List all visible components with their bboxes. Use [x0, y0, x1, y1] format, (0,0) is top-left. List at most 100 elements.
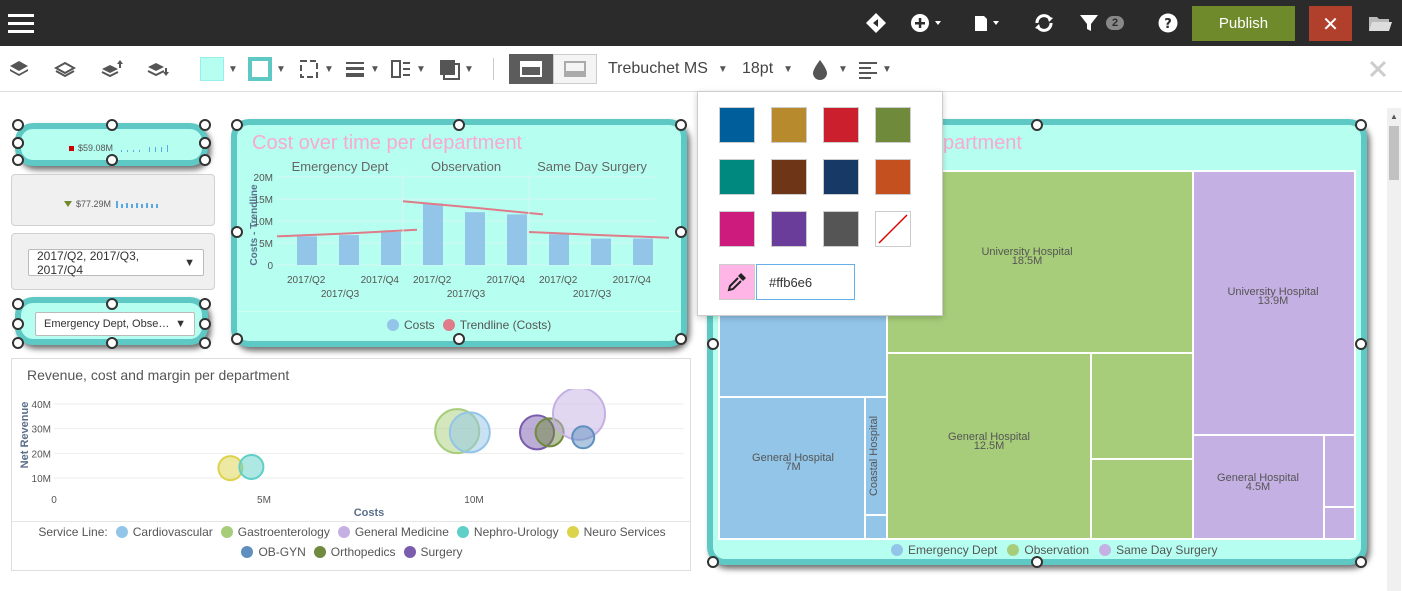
resize-handle[interactable]: [1031, 556, 1043, 568]
bubble[interactable]: [238, 453, 265, 480]
resize-handle[interactable]: [453, 333, 465, 345]
resize-handle[interactable]: [199, 154, 211, 166]
cost-chart-widget[interactable]: Cost over time per department 20M 15M 10M 5…: [231, 119, 687, 347]
cost-bar[interactable]: [423, 203, 443, 265]
publish-button[interactable]: Publish: [1192, 6, 1295, 41]
resize-handle[interactable]: [707, 337, 719, 350]
resize-handle[interactable]: [12, 317, 24, 330]
legend-item[interactable]: Nephro-Urology: [456, 525, 559, 539]
folder-icon[interactable]: [1366, 10, 1394, 36]
resize-handle[interactable]: [12, 119, 24, 131]
resize-handle[interactable]: [12, 337, 24, 349]
close-button[interactable]: ✕: [1309, 6, 1352, 41]
resize-handle[interactable]: [199, 298, 211, 310]
resize-handle[interactable]: [707, 556, 719, 568]
cost-bar[interactable]: [507, 214, 527, 265]
resize-handle[interactable]: [453, 119, 465, 131]
cost-bar[interactable]: [591, 238, 611, 265]
border-width-dropdown[interactable]: ▼: [344, 56, 380, 82]
resize-handle[interactable]: [199, 137, 211, 149]
title-off-toggle[interactable]: [553, 54, 597, 84]
padding-dropdown[interactable]: ▼: [390, 56, 426, 82]
text-align-dropdown[interactable]: ▼: [858, 56, 892, 82]
refresh-icon[interactable]: [1030, 10, 1058, 36]
bring-forward-icon[interactable]: [54, 56, 76, 82]
resize-handle[interactable]: [105, 337, 118, 349]
legend-item[interactable]: Gastroenterology: [220, 525, 330, 539]
legend-item[interactable]: Orthopedics: [313, 545, 396, 559]
resize-handle[interactable]: [1355, 337, 1367, 350]
legend-item[interactable]: Cardiovascular: [115, 525, 213, 539]
quarter-filter-dropdown[interactable]: 2017/Q2, 2017/Q3, 2017/Q4 ▼: [28, 249, 204, 277]
resize-handle[interactable]: [199, 317, 211, 330]
resize-handle[interactable]: [1031, 119, 1043, 131]
title-on-toggle[interactable]: [509, 54, 553, 84]
resize-handle[interactable]: [12, 298, 24, 310]
diamond-arrow-icon[interactable]: [862, 10, 890, 36]
send-to-back-icon[interactable]: [146, 56, 170, 82]
bring-to-front-icon[interactable]: [100, 56, 124, 82]
color-swatch[interactable]: [823, 159, 859, 195]
color-swatch[interactable]: [875, 159, 911, 195]
font-family-dropdown[interactable]: Trebuchet MS ▼: [608, 56, 728, 82]
legend-item[interactable]: Neuro Services: [566, 525, 666, 539]
no-color-swatch[interactable]: [875, 211, 911, 247]
shadow-dropdown[interactable]: ▼: [438, 56, 474, 82]
resize-handle[interactable]: [675, 226, 687, 238]
page-menu-icon[interactable]: [968, 10, 1004, 36]
eyedropper-button[interactable]: [719, 264, 755, 300]
resize-handle[interactable]: [231, 119, 243, 131]
cost-bar[interactable]: [297, 236, 317, 265]
resize-handle[interactable]: [199, 119, 211, 131]
color-swatch[interactable]: [771, 107, 807, 143]
legend-item[interactable]: Surgery: [403, 545, 463, 559]
scrollbar-thumb[interactable]: [1389, 126, 1399, 180]
bubble[interactable]: [448, 411, 491, 454]
text-color-dropdown[interactable]: ▼: [810, 56, 848, 82]
border-color-dropdown[interactable]: ▼: [248, 56, 286, 82]
color-swatch[interactable]: [719, 159, 755, 195]
scroll-up-icon[interactable]: ▲: [1390, 112, 1398, 121]
resize-handle[interactable]: [199, 337, 211, 349]
color-swatch[interactable]: [771, 159, 807, 195]
help-icon[interactable]: ?: [1154, 10, 1182, 36]
resize-handle[interactable]: [1355, 119, 1367, 131]
fill-color-dropdown[interactable]: ▼: [200, 56, 238, 82]
vertical-scrollbar[interactable]: ▲: [1387, 108, 1401, 591]
close-toolbar-icon[interactable]: [1368, 56, 1388, 82]
legend-item[interactable]: General Medicine: [337, 525, 449, 539]
font-size-dropdown[interactable]: 18pt ▼: [742, 56, 793, 82]
resize-handle[interactable]: [231, 226, 243, 238]
resize-handle[interactable]: [675, 333, 687, 345]
filter-icon[interactable]: 2: [1078, 10, 1134, 36]
cost-bar[interactable]: [633, 238, 653, 265]
resize-handle[interactable]: [12, 137, 24, 149]
cost-bar[interactable]: [381, 232, 401, 265]
bubble[interactable]: [571, 425, 596, 450]
kpi-widget-cost[interactable]: $77.29M: [11, 174, 215, 226]
color-swatch[interactable]: [823, 211, 859, 247]
layers-icon[interactable]: [8, 56, 30, 82]
cost-bar[interactable]: [549, 234, 569, 265]
resize-handle[interactable]: [1355, 556, 1367, 568]
hamburger-menu-icon[interactable]: [6, 8, 36, 38]
color-swatch[interactable]: [823, 107, 859, 143]
resize-handle[interactable]: [105, 298, 118, 310]
resize-handle[interactable]: [231, 333, 243, 345]
color-swatch[interactable]: [875, 107, 911, 143]
bubble-chart-widget[interactable]: Revenue, cost and margin per department …: [11, 358, 691, 571]
resize-handle[interactable]: [675, 119, 687, 131]
color-swatch[interactable]: [719, 107, 755, 143]
hex-color-input[interactable]: [756, 264, 855, 300]
color-swatch[interactable]: [719, 211, 755, 247]
cost-bar[interactable]: [465, 212, 485, 265]
resize-handle[interactable]: [105, 119, 118, 131]
add-menu-icon[interactable]: [908, 10, 946, 36]
color-swatch[interactable]: [771, 211, 807, 247]
border-style-dropdown[interactable]: ▼: [298, 56, 334, 82]
resize-handle[interactable]: [105, 154, 118, 166]
resize-handle[interactable]: [12, 154, 24, 166]
department-filter-dropdown[interactable]: Emergency Dept, Obse… ▼: [35, 312, 195, 336]
cost-bar[interactable]: [339, 235, 359, 265]
legend-item[interactable]: OB-GYN: [241, 545, 306, 559]
